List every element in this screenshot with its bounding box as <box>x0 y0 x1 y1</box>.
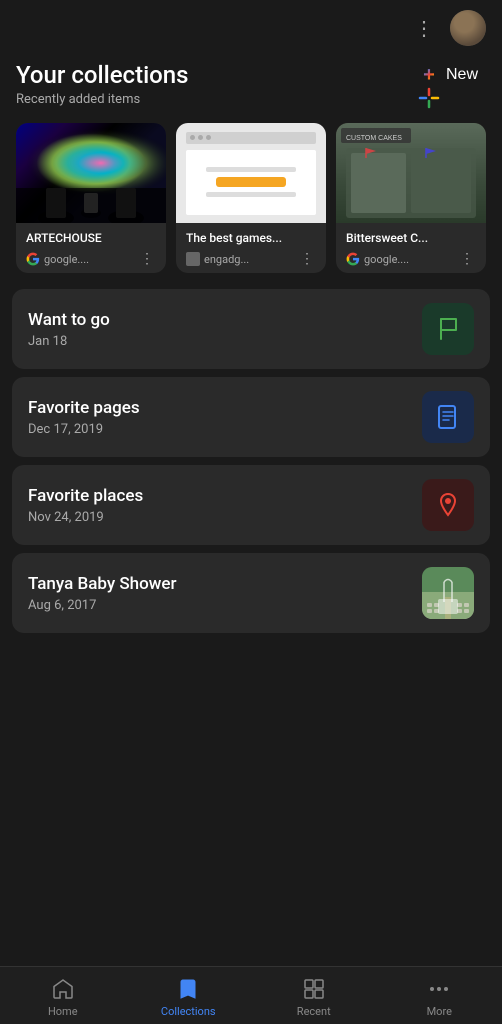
card-meta-artechouse: google.... ⋮ <box>26 251 156 267</box>
card-artechouse[interactable]: ARTECHOUSE google.... ⋮ <box>16 123 166 273</box>
card-more-artechouse[interactable]: ⋮ <box>138 251 156 267</box>
card-source-games: engadg... <box>186 252 249 266</box>
nav-label-collections: Collections <box>161 1005 216 1018</box>
collections-icon-wrap <box>176 977 200 1001</box>
card-meta-bittersweet: google.... ⋮ <box>346 251 476 267</box>
collection-item-want-to-go[interactable]: Want to go Jan 18 <box>12 289 490 369</box>
collection-date-want-to-go: Jan 18 <box>28 334 110 349</box>
card-thumb-bittersweet: CUSTOM CAKES <box>336 123 486 223</box>
document-icon <box>434 403 462 431</box>
card-info-artechouse: ARTECHOUSE google.... ⋮ <box>16 223 166 273</box>
browser-content <box>186 150 316 215</box>
nav-item-recent[interactable]: Recent <box>251 977 377 1018</box>
browser-cta <box>216 177 286 187</box>
collections-icon <box>176 977 200 1001</box>
collection-date-favorite-pages: Dec 17, 2019 <box>28 422 140 437</box>
baby-shower-thumbnail <box>422 567 474 619</box>
svg-text:CUSTOM CAKES: CUSTOM CAKES <box>346 135 402 142</box>
collection-list: Want to go Jan 18 Favorite pages Dec 17,… <box>0 289 502 633</box>
page-title: Your collections <box>16 61 189 89</box>
collection-name-favorite-places: Favorite places <box>28 486 143 506</box>
collection-info-baby-shower: Tanya Baby Shower Aug 6, 2017 <box>28 574 177 613</box>
cards-scroll: ARTECHOUSE google.... ⋮ <box>0 119 502 289</box>
engadget-icon <box>186 252 200 266</box>
pin-icon <box>434 491 462 519</box>
header: ⋮ <box>0 0 502 52</box>
card-bittersweet[interactable]: CUSTOM CAKES Bittersweet C... <box>336 123 486 273</box>
avatar[interactable] <box>450 10 486 46</box>
collection-info-favorite-pages: Favorite pages Dec 17, 2019 <box>28 398 140 437</box>
bottom-spacer <box>0 633 502 723</box>
google-icon-2 <box>346 252 360 266</box>
card-more-bittersweet[interactable]: ⋮ <box>458 251 476 267</box>
card-title-games: The best games... <box>186 231 316 245</box>
more-icon <box>427 977 451 1001</box>
more-icon-wrap <box>427 977 451 1001</box>
nav-item-collections[interactable]: Collections <box>126 977 252 1018</box>
home-icon-wrap <box>51 977 75 1001</box>
recent-icon-wrap <box>302 977 326 1001</box>
browser-bar <box>186 132 316 144</box>
card-source-bittersweet: google.... <box>346 252 409 266</box>
new-button[interactable]: New <box>410 60 486 90</box>
favorite-pages-icon-wrapper <box>422 391 474 443</box>
collection-date-baby-shower: Aug 6, 2017 <box>28 598 177 613</box>
collection-item-favorite-places[interactable]: Favorite places Nov 24, 2019 <box>12 465 490 545</box>
nav-label-home: Home <box>48 1005 78 1018</box>
browser-dot-3 <box>206 135 211 140</box>
nav-label-recent: Recent <box>297 1005 331 1018</box>
favorite-places-icon-wrapper <box>422 479 474 531</box>
title-row: Your collections New <box>0 52 502 92</box>
collection-info-favorite-places: Favorite places Nov 24, 2019 <box>28 486 143 525</box>
collection-info-want-to-go: Want to go Jan 18 <box>28 310 110 349</box>
card-info-bittersweet: Bittersweet C... google.... ⋮ <box>336 223 486 273</box>
home-icon <box>51 977 75 1001</box>
flag-icon <box>434 315 462 343</box>
bottom-nav: Home Collections Recent <box>0 966 502 1024</box>
card-source-artechouse: google.... <box>26 252 89 266</box>
card-title-artechouse: ARTECHOUSE <box>26 231 156 245</box>
new-button-label: New <box>446 66 478 84</box>
collection-name-baby-shower: Tanya Baby Shower <box>28 574 177 594</box>
want-to-go-icon-wrapper <box>422 303 474 355</box>
browser-dot-1 <box>190 135 195 140</box>
card-thumb-artechouse <box>16 123 166 223</box>
card-title-bittersweet: Bittersweet C... <box>346 231 476 245</box>
new-plus-icon <box>418 64 440 86</box>
collection-item-baby-shower[interactable]: Tanya Baby Shower Aug 6, 2017 <box>12 553 490 633</box>
card-meta-games: engadg... ⋮ <box>186 251 316 267</box>
browser-line-2 <box>206 192 296 197</box>
nav-item-home[interactable]: Home <box>0 977 126 1018</box>
collection-item-favorite-pages[interactable]: Favorite pages Dec 17, 2019 <box>12 377 490 457</box>
card-games[interactable]: The best games... engadg... ⋮ <box>176 123 326 273</box>
card-more-games[interactable]: ⋮ <box>298 251 316 267</box>
baby-shower-photo <box>422 567 474 619</box>
collection-date-favorite-places: Nov 24, 2019 <box>28 510 143 525</box>
card-info-games: The best games... engadg... ⋮ <box>176 223 326 273</box>
google-icon <box>26 252 40 266</box>
browser-line-1 <box>206 167 296 172</box>
collection-name-favorite-pages: Favorite pages <box>28 398 140 418</box>
header-more-button[interactable]: ⋮ <box>410 12 438 44</box>
nav-item-more[interactable]: More <box>377 977 502 1018</box>
browser-dot-2 <box>198 135 203 140</box>
collection-name-want-to-go: Want to go <box>28 310 110 330</box>
card-thumb-games <box>176 123 326 223</box>
recent-icon <box>302 977 326 1001</box>
nav-label-more: More <box>427 1005 452 1018</box>
